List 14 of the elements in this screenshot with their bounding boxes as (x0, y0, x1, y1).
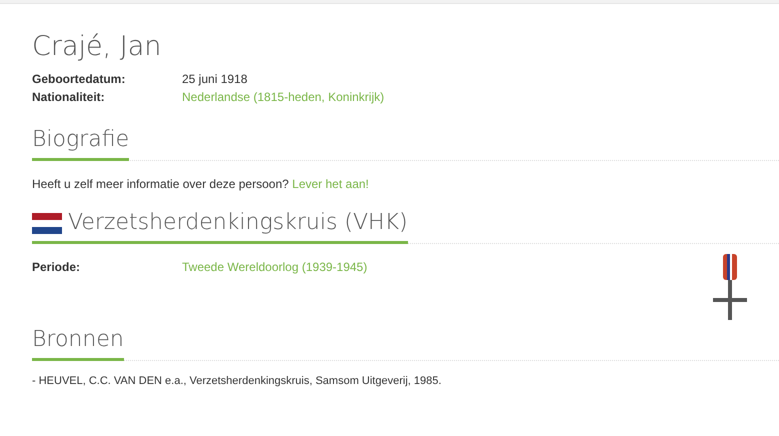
section-heading: Bronnen (32, 326, 124, 354)
field-link[interactable]: Tweede Wereldoorlog (1939-1945) (182, 258, 368, 276)
field-value: 25 juni 1918 (182, 71, 248, 88)
field-link[interactable]: Nederlandse (1815-heden, Koninkrijk) (182, 88, 384, 106)
source-entry: - HEUVEL, C.C. VAN DEN e.a., Verzetsherdenkingskruis, Samsom Uitgeverij, 1985. (32, 374, 442, 389)
section-heading: Biografie (32, 126, 130, 154)
flag-icon (32, 212, 62, 234)
contribute-link[interactable]: Lever het aan! (292, 177, 369, 191)
field-label: Periode: (32, 259, 82, 276)
person-name: Crajé, Jan (32, 30, 162, 64)
biography-text: Heeft u zelf meer informatie over deze persoon? Lever het aan! (32, 176, 370, 193)
field-label: Nationaliteit: (32, 89, 106, 106)
field-label: Geboortedatum: (32, 71, 126, 88)
section-heading: Verzetsherdenkingskruis (VHK) (68, 209, 408, 237)
